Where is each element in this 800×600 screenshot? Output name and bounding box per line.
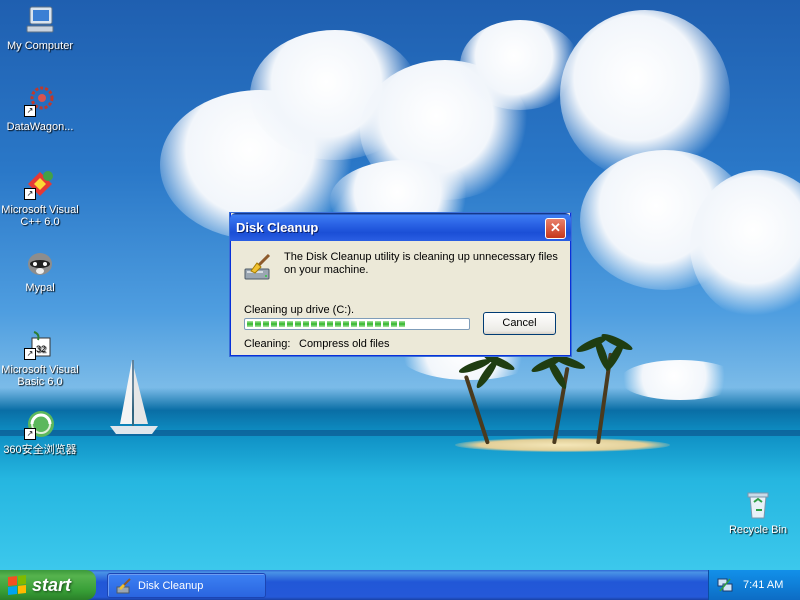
progress-segment: [359, 321, 365, 327]
progress-segment: [263, 321, 269, 327]
dialog-title: Disk Cleanup: [236, 219, 319, 235]
close-button[interactable]: ✕: [545, 218, 566, 239]
disk-cleanup-dialog: Disk Cleanup ✕ The Disk Cleanup utility …: [230, 213, 571, 356]
shortcut-arrow-icon: ↗: [24, 188, 36, 200]
progress-segment: [335, 321, 341, 327]
desktop: My Computer ↗ DataWagon... ↗ Microsoft V…: [0, 0, 800, 570]
taskbar-item-label: Disk Cleanup: [138, 579, 204, 592]
disk-cleanup-small-icon: [116, 577, 132, 594]
desktop-icon-360-browser[interactable]: ↗ 360安全浏览器: [0, 408, 80, 456]
system-tray: 7:41 AM: [708, 570, 800, 600]
drive-label: Cleaning up drive (C:).: [244, 304, 355, 316]
progress-segment: [399, 321, 405, 327]
datawagon-icon: ↗: [24, 85, 56, 117]
progress-segment: [303, 321, 309, 327]
start-button[interactable]: start: [0, 570, 96, 600]
cloud: [620, 360, 740, 400]
progress-segment: [247, 321, 253, 327]
progress-segment: [255, 321, 261, 327]
progress-fill: [247, 321, 405, 327]
progress-segment: [343, 321, 349, 327]
progress-segment: [367, 321, 373, 327]
progress-segment: [351, 321, 357, 327]
svg-text:32: 32: [36, 344, 46, 354]
desktop-icon-recycle-bin[interactable]: Recycle Bin: [718, 488, 798, 536]
shortcut-arrow-icon: ↗: [24, 428, 36, 440]
cancel-button[interactable]: Cancel: [483, 312, 556, 335]
360-browser-icon: ↗: [24, 408, 56, 440]
desktop-icon-datawagon[interactable]: ↗ DataWagon...: [0, 85, 80, 133]
progress-segment: [327, 321, 333, 327]
taskbar: start Disk Cleanup 7:41 AM: [0, 570, 800, 600]
cleanup-progress-bar: [244, 318, 470, 330]
start-label: start: [32, 574, 72, 595]
shortcut-arrow-icon: ↗: [24, 348, 36, 360]
progress-segment: [319, 321, 325, 327]
clock[interactable]: 7:41 AM: [743, 579, 783, 591]
disk-cleanup-icon: [243, 251, 275, 283]
sailboat: [110, 360, 158, 434]
progress-segment: [383, 321, 389, 327]
mypal-icon: [24, 246, 56, 278]
visual-cpp-icon: ↗: [24, 168, 56, 200]
desktop-icon-mypal[interactable]: Mypal: [0, 246, 80, 294]
progress-segment: [287, 321, 293, 327]
network-tray-icon[interactable]: [717, 577, 733, 593]
close-icon: ✕: [550, 220, 561, 235]
cleaning-item: Compress old files: [299, 338, 390, 350]
desktop-icon-visual-basic[interactable]: 32 ↗ Microsoft Visual Basic 6.0: [0, 328, 80, 388]
recycle-bin-icon: [742, 488, 774, 520]
progress-segment: [295, 321, 301, 327]
shortcut-arrow-icon: ↗: [24, 105, 36, 117]
desktop-icon-my-computer[interactable]: My Computer: [0, 4, 80, 52]
taskbar-item-disk-cleanup[interactable]: Disk Cleanup: [107, 573, 266, 598]
visual-basic-icon: 32 ↗: [24, 328, 56, 360]
desktop-icon-visual-cpp[interactable]: ↗ Microsoft Visual C++ 6.0: [0, 168, 80, 228]
progress-segment: [311, 321, 317, 327]
progress-segment: [391, 321, 397, 327]
dialog-message: The Disk Cleanup utility is cleaning up …: [284, 251, 558, 276]
cleaning-label: Cleaning:: [244, 338, 291, 350]
progress-segment: [375, 321, 381, 327]
my-computer-icon: [24, 4, 56, 36]
dialog-titlebar[interactable]: Disk Cleanup ✕: [230, 213, 571, 241]
windows-logo-icon: [8, 575, 26, 595]
progress-segment: [279, 321, 285, 327]
progress-segment: [271, 321, 277, 327]
